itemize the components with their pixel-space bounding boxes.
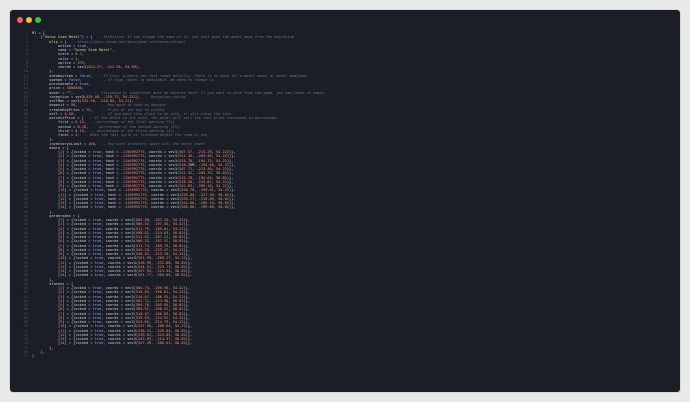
code-block: 1 M1 = {2 ["Sunny Side Motel"] = { -- Att… xyxy=(10,31,680,389)
minimize-window-dot-icon[interactable] xyxy=(26,17,32,23)
code-text: } xyxy=(32,354,35,358)
close-window-dot-icon[interactable] xyxy=(17,17,23,23)
window-titlebar xyxy=(10,10,680,26)
code-window: 1 M1 = {2 ["Sunny Side Motel"] = { -- Att… xyxy=(10,10,680,392)
line-number: 77 xyxy=(23,354,28,358)
maximize-window-dot-icon[interactable] xyxy=(35,17,41,23)
code-line: 77} xyxy=(10,354,680,358)
